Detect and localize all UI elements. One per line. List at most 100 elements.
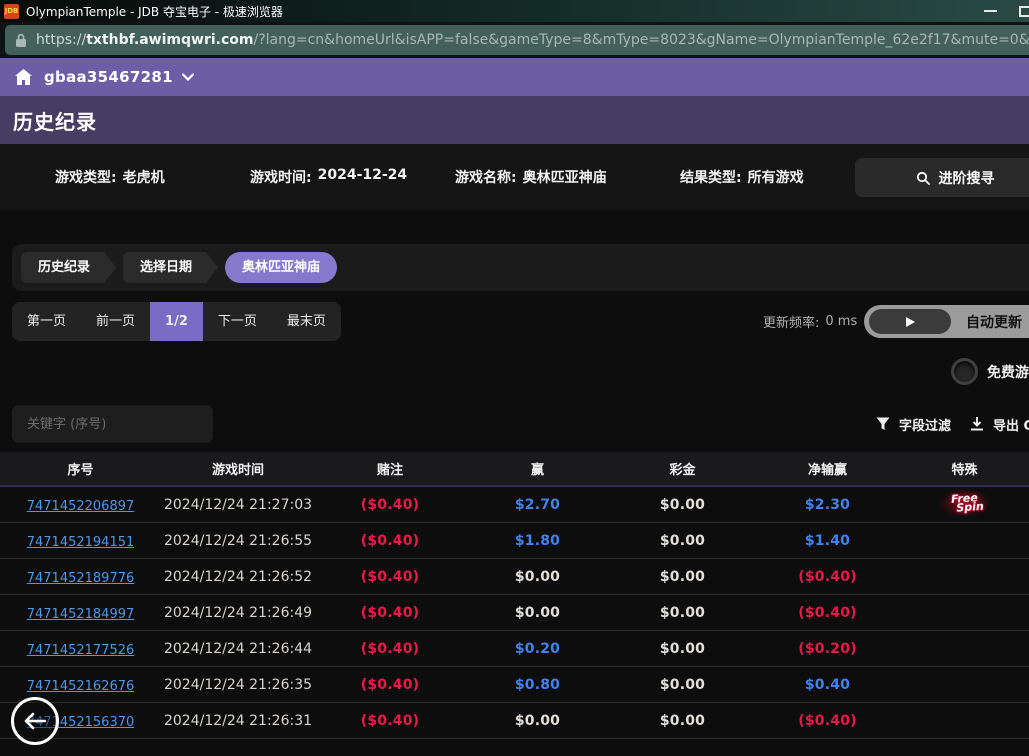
serial-link[interactable]: 7471452194151	[27, 535, 135, 550]
game-time-cell: 2024/12/24 21:26:35	[161, 677, 315, 693]
main-content: 历史纪录选择日期奥林匹亚神庙 第一页前一页1/2下一页最末页 更新频率: 0 m…	[0, 210, 1029, 756]
amount-cell: $0.00	[465, 713, 610, 729]
amount-cell: $0.00	[610, 569, 755, 585]
serial-cell: 7471452162676	[0, 675, 161, 694]
table-row: 7471452184997 2024/12/24 21:26:49($0.40)$…	[0, 595, 1029, 631]
filter-label: 游戏时间:	[250, 167, 312, 187]
amount-cell: ($0.40)	[315, 641, 465, 657]
page-title-band: 历史纪录	[0, 96, 1029, 144]
keyword-search-input[interactable]	[12, 405, 213, 443]
amount-cell: $2.70	[465, 497, 610, 513]
browser-address-row: https://txthbf.awimqwri.com/?lang=cn&hom…	[0, 22, 1029, 58]
amount-cell: $0.00	[465, 569, 610, 585]
window-title: OlympianTemple - JDB 夺宝电子 - 极速浏览器	[26, 3, 283, 20]
page-button[interactable]: 下一页	[203, 302, 272, 341]
amount-cell: $1.40	[755, 533, 900, 549]
amount-cell: ($0.20)	[755, 641, 900, 657]
amount-cell: $0.00	[610, 533, 755, 549]
game-time-cell: 2024/12/24 21:26:52	[161, 569, 315, 585]
serial-cell: 7471452194151	[0, 531, 161, 550]
back-button[interactable]	[11, 697, 59, 745]
advanced-search-label: 进阶搜寻	[939, 168, 995, 188]
amount-cell: $1.80	[465, 533, 610, 549]
table-row: 74714521563702024/12/24 21:26:31($0.40)$…	[0, 703, 1029, 739]
auto-update-toggle[interactable]: 自动更新	[864, 305, 1029, 338]
amount-cell: ($0.40)	[315, 569, 465, 585]
lock-icon	[15, 33, 27, 48]
download-icon[interactable]	[970, 417, 984, 432]
breadcrumb-item[interactable]: 奥林匹亚神庙	[225, 252, 337, 283]
user-bar: gbaa35467281	[0, 58, 1029, 96]
serial-cell: 7471452206897	[0, 495, 161, 514]
amount-cell: $0.20	[465, 641, 610, 657]
game-time-cell: 2024/12/24 21:26:49	[161, 605, 315, 621]
free-game-label: 免费游戏	[987, 362, 1029, 382]
table-row: 74714522068972024/12/24 21:27:03($0.40)$…	[0, 487, 1029, 523]
amount-cell: $0.00	[465, 605, 610, 621]
magnifier-icon	[916, 171, 930, 185]
breadcrumb: 历史纪录选择日期奥林匹亚神庙	[12, 244, 1029, 291]
table-toolbar: 字段过滤 导出 CSV	[876, 407, 1029, 441]
export-csv-button[interactable]: 导出 CSV	[993, 415, 1029, 434]
page-button[interactable]: 最末页	[272, 302, 341, 341]
free-game-filter: 免费游戏	[951, 358, 1029, 385]
table-row: 74714521626762024/12/24 21:26:35($0.40)$…	[0, 667, 1029, 703]
free-spin-word: Spin	[956, 502, 984, 513]
game-time-cell: 2024/12/24 21:27:03	[161, 497, 315, 513]
history-table: 序号游戏时间赌注赢彩金净输赢特殊 7471452206897 2024/12/24…	[0, 452, 1029, 739]
toggle-knob[interactable]	[869, 309, 951, 334]
serial-cell: 7471452189776	[0, 567, 161, 586]
url-domain: txthbf.awimqwri.com	[86, 32, 253, 48]
page-button[interactable]: 1/2	[150, 302, 203, 341]
page-button[interactable]: 第一页	[12, 302, 81, 341]
free-spin-badge: FreeSpin	[945, 493, 984, 514]
special-cell: FreeSpin	[900, 494, 1029, 515]
breadcrumb-item[interactable]: 历史纪录	[21, 252, 116, 283]
table-row: 7471452177526 2024/12/24 21:26:44($0.40)$…	[0, 631, 1029, 667]
chevron-down-icon[interactable]	[182, 73, 194, 81]
serial-link[interactable]: 7471452162676	[27, 679, 135, 694]
filter-item[interactable]: 游戏时间:2024-12-24	[250, 167, 455, 187]
funnel-icon[interactable]	[876, 417, 890, 431]
field-filter-button[interactable]: 字段过滤	[899, 415, 951, 434]
url-protocol: https://	[36, 32, 86, 48]
amount-cell: $0.00	[610, 497, 755, 513]
pagination: 第一页前一页1/2下一页最末页	[12, 302, 341, 341]
table-header-row: 序号游戏时间赌注赢彩金净输赢特殊	[0, 452, 1029, 487]
column-header: 特殊	[900, 459, 1029, 478]
arrow-left-icon	[24, 712, 46, 730]
page-button[interactable]: 前一页	[81, 302, 150, 341]
filter-item[interactable]: 游戏名称: 奥林匹亚神庙	[455, 167, 680, 187]
game-time-cell: 2024/12/24 21:26:44	[161, 641, 315, 657]
serial-link[interactable]: 7471452177526	[27, 643, 135, 658]
username[interactable]: gbaa35467281	[44, 68, 173, 86]
filter-label: 游戏名称:	[455, 167, 517, 187]
filter-item[interactable]: 游戏类型:老虎机	[55, 167, 250, 187]
breadcrumb-list: 历史纪录选择日期奥林匹亚神庙	[21, 252, 337, 283]
address-bar[interactable]: https://txthbf.awimqwri.com/?lang=cn&hom…	[5, 25, 1029, 55]
filter-value: 所有游戏	[748, 167, 804, 187]
url-text: https://txthbf.awimqwri.com/?lang=cn&hom…	[36, 32, 1029, 48]
amount-cell: ($0.40)	[755, 713, 900, 729]
filter-item[interactable]: 结果类型:所有游戏	[680, 167, 804, 187]
breadcrumb-item[interactable]: 选择日期	[123, 252, 218, 283]
home-icon[interactable]	[15, 69, 32, 85]
free-game-radio[interactable]	[951, 358, 978, 385]
column-header: 序号	[0, 459, 161, 478]
serial-link[interactable]: 7471452189776	[27, 571, 135, 586]
serial-link[interactable]: 7471452206897	[27, 499, 135, 514]
serial-link[interactable]: 7471452184997	[27, 607, 135, 622]
amount-cell: ($0.40)	[315, 497, 465, 513]
amount-cell: $0.00	[610, 677, 755, 693]
serial-cell: 7471452177526	[0, 639, 161, 658]
jdb-favicon-icon: JDB	[4, 4, 19, 19]
advanced-search-button[interactable]: 进阶搜寻	[855, 158, 1029, 197]
filter-value: 奥林匹亚神庙	[523, 167, 607, 187]
amount-cell: ($0.40)	[315, 605, 465, 621]
column-header: 赌注	[315, 459, 465, 478]
maximize-icon[interactable]	[1019, 6, 1029, 17]
game-time-cell: 2024/12/24 21:26:55	[161, 533, 315, 549]
filter-strip: 游戏类型:老虎机游戏时间:2024-12-24游戏名称: 奥林匹亚神庙 结果类型:所…	[0, 144, 1029, 210]
amount-cell: ($0.40)	[315, 713, 465, 729]
minimize-icon[interactable]	[984, 10, 997, 12]
